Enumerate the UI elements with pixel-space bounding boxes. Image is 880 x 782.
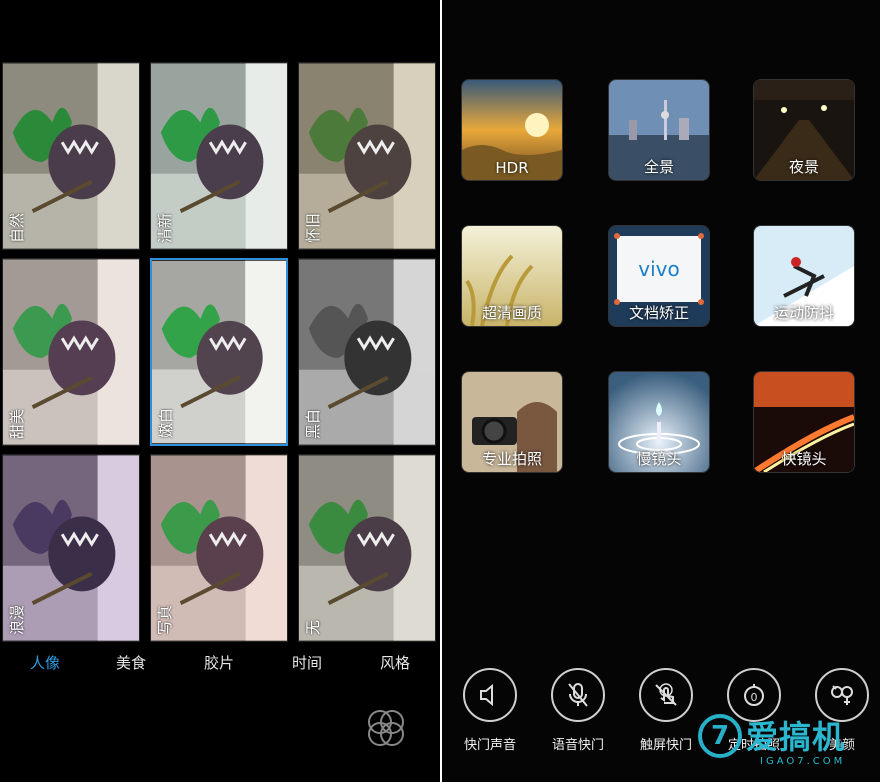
camera-mode-tile[interactable]: 全景 xyxy=(609,80,709,180)
camera-mode-tile[interactable]: 运动防抖 xyxy=(754,226,854,326)
mode-label: 夜景 xyxy=(788,158,819,176)
tab-style[interactable]: 风格 xyxy=(380,652,410,673)
filter-label: 怀旧 xyxy=(304,212,322,243)
speaker-icon xyxy=(463,668,517,722)
filter-thumbnail[interactable]: 浪漫 xyxy=(2,454,140,642)
filter-label: 嫩白 xyxy=(157,407,175,438)
filter-label: 写真 xyxy=(156,604,174,635)
filter-thumbnail[interactable]: 嫩白 xyxy=(150,258,288,446)
filter-thumbnail[interactable]: 怀旧 xyxy=(298,62,436,250)
mode-label: 超清画质 xyxy=(481,304,542,322)
filter-thumbnail[interactable]: 甜美 xyxy=(2,258,140,446)
camera-mode-tile[interactable]: HDR xyxy=(462,80,562,180)
camera-mode-tile[interactable]: vivo 文档矫正 xyxy=(609,226,709,326)
control-label: 语音快门 xyxy=(551,738,604,753)
filter-thumbnail[interactable]: 自然 xyxy=(2,62,140,250)
mode-label: 慢镜头 xyxy=(636,450,682,468)
filter-label: 自然 xyxy=(8,212,26,243)
site-watermark-logo: 7 爱搞机 IGAO7.COM xyxy=(692,710,872,776)
filter-label: 无 xyxy=(304,619,322,635)
svg-text:vivo: vivo xyxy=(638,257,679,281)
filter-toggle-icon[interactable] xyxy=(362,704,410,752)
mode-label: 运动防抖 xyxy=(773,304,834,322)
watermark-mark: 7 xyxy=(698,714,742,758)
filter-thumbnail[interactable]: 无 xyxy=(298,454,436,642)
camera-mode-panel: HDR 全景 夜景超清画质 vivo 文档矫正 运动防抖专业拍照 慢镜头 快镜头 快门声音 语… xyxy=(442,0,880,782)
camera-mode-tile[interactable]: 夜景 xyxy=(754,80,854,180)
camera-mode-tile[interactable]: 专业拍照 xyxy=(462,372,562,472)
mode-label: 专业拍照 xyxy=(481,450,542,468)
control-label: 快门声音 xyxy=(463,738,516,753)
tab-portrait[interactable]: 人像 xyxy=(30,652,60,673)
svg-text:0: 0 xyxy=(751,691,758,704)
touch-icon xyxy=(639,668,693,722)
tab-film[interactable]: 胶片 xyxy=(204,652,234,673)
voice-shutter-control[interactable]: 语音快门 xyxy=(538,668,618,768)
filter-label: 黑白 xyxy=(304,408,322,439)
mode-label: 文档矫正 xyxy=(628,304,689,322)
camera-mode-tile[interactable]: 快镜头 xyxy=(754,372,854,472)
filter-thumbnail[interactable]: 写真 xyxy=(150,454,288,642)
filter-category-tabs: 人像 美食 胶片 时间 风格 xyxy=(0,652,440,682)
mode-label: 全景 xyxy=(643,158,674,176)
camera-mode-tile[interactable]: 慢镜头 xyxy=(609,372,709,472)
microphone-icon xyxy=(551,668,605,722)
mode-label: 快镜头 xyxy=(781,450,827,468)
filter-thumbnail[interactable]: 清新 xyxy=(150,62,288,250)
camera-mode-tile[interactable]: 超清画质 xyxy=(462,226,562,326)
filter-thumbnail[interactable]: 黑白 xyxy=(298,258,436,446)
mode-label: HDR xyxy=(495,159,529,177)
filter-preview-image xyxy=(299,455,435,641)
filter-panel: 自然 清新 怀旧甜美 嫩白 黑白浪漫 写真 无 人像 美食 胶片 时间 风格 xyxy=(0,0,440,782)
filter-label: 清新 xyxy=(156,212,174,243)
watermark-sub: IGAO7.COM xyxy=(760,756,846,767)
shutter-sound-control[interactable]: 快门声音 xyxy=(450,668,530,768)
filter-label: 浪漫 xyxy=(8,604,26,635)
filter-label: 甜美 xyxy=(8,408,26,439)
watermark-text: 爱搞机 xyxy=(746,718,846,756)
tab-time[interactable]: 时间 xyxy=(292,652,322,673)
tab-food[interactable]: 美食 xyxy=(116,652,146,673)
